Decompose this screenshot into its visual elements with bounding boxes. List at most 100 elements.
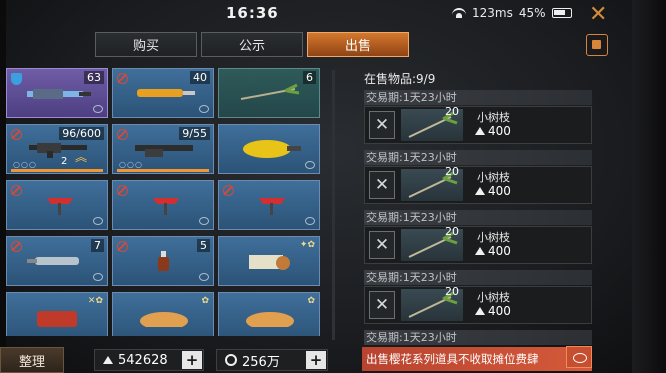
inventory-slot[interactable]: 40 bbox=[112, 68, 214, 118]
sale-listing: 交易期:1天23小时 bbox=[362, 328, 592, 346]
chainsaw-icon bbox=[243, 140, 301, 158]
trade-period: 交易期:1天23小时 bbox=[364, 150, 592, 165]
item-count: 7 bbox=[91, 239, 104, 252]
inventory-slot[interactable]: 5 bbox=[112, 236, 214, 286]
wifi-icon bbox=[452, 8, 466, 18]
durability-bar bbox=[117, 169, 209, 172]
inventory-slot[interactable] bbox=[218, 180, 320, 230]
listing-price: 400 bbox=[475, 124, 511, 138]
pickaxe-icon bbox=[47, 198, 73, 215]
cancel-listing-button[interactable]: ✕ bbox=[369, 291, 395, 319]
shotgun-icon bbox=[135, 145, 193, 157]
sale-listing: 交易期:1天23小时 ✕ 20 小树枝 400 bbox=[362, 148, 592, 206]
inventory-slot[interactable]: ✦✿ bbox=[218, 236, 320, 286]
inventory-slot[interactable] bbox=[218, 124, 320, 174]
branch-icon bbox=[240, 83, 300, 100]
no-trade-icon bbox=[117, 241, 128, 252]
coin-icon bbox=[475, 307, 485, 315]
no-trade-icon bbox=[223, 185, 234, 196]
eye-icon bbox=[199, 217, 209, 225]
coin-amount: 542628 bbox=[118, 352, 168, 368]
listing-card: ✕ 20 小树枝 400 bbox=[364, 285, 592, 324]
clock: 16:36 bbox=[226, 4, 279, 22]
sort-button[interactable]: 整理 bbox=[0, 347, 64, 373]
listing-quantity: 20 bbox=[445, 285, 459, 298]
perk-icons: ✕✿ bbox=[87, 296, 103, 306]
listing-price: 400 bbox=[475, 184, 511, 198]
no-trade-icon bbox=[117, 185, 128, 196]
sale-listing: 交易期:1天23小时 ✕ 20 小树枝 400 bbox=[362, 268, 592, 326]
cancel-listing-button[interactable]: ✕ bbox=[369, 111, 395, 139]
inventory-slot[interactable]: 63 bbox=[6, 68, 108, 118]
item-count: 6 bbox=[303, 71, 316, 84]
inventory-grid: 63 40 6 96/600 ○○○ 2 ︽ 9/55 ○○○ 7 5 ✦✿ ✕… bbox=[6, 68, 320, 336]
notice-banner: 出售樱花系列道具不收取摊位费肆 bbox=[362, 347, 592, 371]
perk-icons: ✿ bbox=[307, 296, 315, 306]
coin-icon bbox=[103, 356, 113, 364]
shield-icon bbox=[11, 73, 22, 85]
status-bar: 123ms 45% bbox=[452, 6, 572, 20]
no-trade-icon bbox=[117, 129, 128, 140]
cancel-listing-button[interactable]: ✕ bbox=[369, 171, 395, 199]
eye-icon bbox=[305, 161, 315, 169]
price-value: 400 bbox=[488, 244, 511, 258]
syringe-icon bbox=[137, 89, 195, 97]
tab-buy[interactable]: 购买 bbox=[95, 32, 197, 57]
eye-icon[interactable] bbox=[566, 346, 592, 368]
inventory-slot[interactable] bbox=[112, 180, 214, 230]
close-icon[interactable]: ✕ bbox=[589, 2, 607, 27]
trade-period: 交易期:1天23小时 bbox=[364, 330, 592, 345]
rarity-dots: ○○○ bbox=[13, 160, 37, 169]
tab-sell[interactable]: 出售 bbox=[307, 32, 409, 57]
coin-icon bbox=[475, 187, 485, 195]
inventory-slot[interactable]: 9/55 ○○○ bbox=[112, 124, 214, 174]
tab-announcement[interactable]: 公示 bbox=[201, 32, 303, 57]
no-trade-icon bbox=[117, 73, 128, 84]
coin-icon bbox=[475, 247, 485, 255]
inventory-slot[interactable] bbox=[6, 180, 108, 230]
eye-icon bbox=[93, 217, 103, 225]
durability-bar bbox=[11, 169, 103, 172]
listing-item-name: 小树枝 bbox=[477, 291, 510, 304]
gold-icon bbox=[225, 354, 237, 366]
inventory-slot[interactable]: ✕✿ bbox=[6, 292, 108, 336]
listing-card: ✕ 20 小树枝 400 bbox=[364, 105, 592, 144]
inventory-slot[interactable]: ✿ bbox=[218, 292, 320, 336]
grid-scrollbar[interactable] bbox=[332, 70, 335, 340]
item-level: 2 bbox=[61, 156, 68, 167]
network-latency: 123ms bbox=[472, 6, 513, 20]
add-gold-button[interactable]: + bbox=[306, 351, 326, 369]
listing-item-name: 小树枝 bbox=[477, 171, 510, 184]
laser-rifle-icon bbox=[27, 89, 91, 99]
price-value: 400 bbox=[488, 304, 511, 318]
inventory-slot[interactable]: ✿ bbox=[112, 292, 214, 336]
listing-price: 400 bbox=[475, 304, 511, 318]
price-value: 400 bbox=[488, 184, 511, 198]
price-value: 400 bbox=[488, 124, 511, 138]
currency-gold: 256万 + bbox=[216, 349, 328, 371]
no-trade-icon bbox=[11, 241, 22, 252]
injector-icon bbox=[27, 257, 79, 265]
listing-quantity: 20 bbox=[445, 105, 459, 118]
listing-item-name: 小树枝 bbox=[477, 111, 510, 124]
listing-card: ✕ 20 小树枝 400 bbox=[364, 165, 592, 204]
trade-period: 交易期:1天23小时 bbox=[364, 270, 592, 285]
chocolate-icon bbox=[249, 255, 290, 270]
game-screen: 16:36 123ms 45% ✕ 购买 公示 出售 63 40 6 96/60… bbox=[0, 0, 666, 373]
coin-icon bbox=[475, 127, 485, 135]
add-coins-button[interactable]: + bbox=[182, 351, 202, 369]
clipboard-icon[interactable] bbox=[586, 34, 608, 56]
cancel-listing-button[interactable]: ✕ bbox=[369, 231, 395, 259]
eye-icon bbox=[199, 273, 209, 281]
item-count: 63 bbox=[84, 71, 104, 84]
on-sale-count: 在售物品:9/9 bbox=[364, 72, 436, 86]
croissant-icon bbox=[140, 312, 188, 327]
inventory-slot[interactable]: 6 bbox=[218, 68, 320, 118]
perk-icons: ✿ bbox=[201, 296, 209, 306]
eye-icon bbox=[305, 217, 315, 225]
market-tabs: 购买 公示 出售 bbox=[95, 32, 409, 57]
inventory-slot[interactable]: 96/600 ○○○ 2 ︽ bbox=[6, 124, 108, 174]
inventory-slot[interactable]: 7 bbox=[6, 236, 108, 286]
no-trade-icon bbox=[11, 129, 22, 140]
listing-card: ✕ 20 小树枝 400 bbox=[364, 225, 592, 264]
